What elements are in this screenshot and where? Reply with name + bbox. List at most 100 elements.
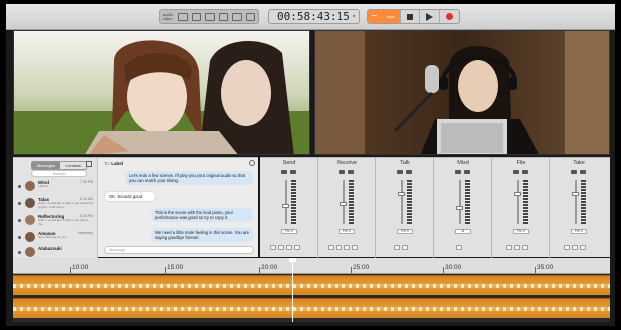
tick-label: 15:00 [167, 264, 184, 271]
mute-button[interactable] [394, 245, 400, 250]
timecode-display[interactable]: 00:58:43:15 ▾ [268, 9, 360, 24]
fader-knob[interactable] [398, 192, 405, 196]
listen-button[interactable] [580, 245, 586, 250]
level-meter [465, 180, 470, 224]
contact-item[interactable]: Reflectoring 5:26 PM Hello, I would like… [15, 214, 96, 230]
mute-button[interactable] [564, 245, 570, 250]
ruler-tick [535, 267, 536, 273]
fader-knob[interactable] [514, 192, 521, 196]
contact-item[interactable]: Wind 7:26 PM Label is... [15, 180, 96, 196]
screen-icon[interactable] [218, 12, 229, 21]
fader-knob[interactable] [282, 204, 289, 208]
channel-take: Take Pre S [550, 158, 610, 258]
level-readout [571, 170, 577, 174]
contact-preview: Label is... [38, 184, 51, 188]
minus-button[interactable]: − [368, 10, 382, 23]
fader-knob[interactable] [456, 206, 463, 210]
channel-label: Receive [337, 160, 357, 166]
solo-button[interactable] [514, 245, 520, 250]
chat-tabs: Messages Contacts [31, 161, 88, 170]
mute-button[interactable] [456, 245, 462, 250]
solo-button[interactable] [336, 245, 342, 250]
record-arm-button[interactable] [352, 245, 358, 250]
chat-sidebar: Messages Contacts Search Wind 7:26 PM La… [13, 158, 98, 258]
drama-scene-image [14, 31, 309, 154]
audio-track[interactable] [13, 275, 610, 295]
split-view-icon[interactable] [191, 12, 202, 21]
fader-track [401, 180, 403, 224]
people-icon[interactable] [245, 12, 256, 21]
level-meter [349, 180, 354, 224]
fader-track [575, 180, 577, 224]
pan-field[interactable]: M [455, 229, 471, 234]
toolbar: audio video 00:58:43:15 ▾ − sync [6, 4, 615, 30]
stop-button[interactable] [401, 10, 421, 23]
info-icon[interactable] [249, 160, 255, 166]
listen-button[interactable] [344, 245, 350, 250]
level-readout [348, 170, 354, 174]
presence-dot-icon [18, 236, 21, 239]
contact-name: Alabazouki [38, 246, 62, 251]
tab-contacts[interactable]: Contacts [60, 162, 86, 169]
chat-panel: Messages Contacts Search Wind 7:26 PM La… [13, 157, 258, 258]
solo-button[interactable] [402, 245, 408, 250]
pan-field[interactable]: Pre S [397, 229, 413, 234]
contact-time: 7:26 PM [79, 180, 93, 184]
avatar [25, 215, 35, 225]
video-preview-right [314, 30, 610, 155]
listen-button[interactable] [286, 245, 292, 250]
camera-icon[interactable] [232, 12, 242, 21]
chevron-down-icon[interactable]: ▾ [352, 10, 356, 23]
search-input[interactable]: Search [31, 170, 87, 177]
channel-file: File Pre S [492, 158, 550, 258]
mute-button[interactable] [270, 245, 276, 250]
monitor-icon[interactable] [205, 12, 215, 21]
mute-button[interactable] [328, 245, 334, 250]
sync-button[interactable]: sync [381, 10, 401, 23]
tab-messages[interactable]: Messages [32, 162, 61, 169]
contact-item[interactable]: Amasan Yesterday Just checking on you... [15, 231, 96, 247]
level-readout [406, 170, 412, 174]
contact-preview: Hello, I would like to talk to you about… [38, 201, 94, 209]
message-input[interactable]: Message [104, 246, 254, 254]
record-icon [445, 13, 453, 20]
contact-item[interactable]: Talas 6:10 AM Hello, I would like to tal… [15, 197, 96, 213]
channel-label: File [516, 160, 526, 166]
play-button[interactable] [420, 10, 440, 23]
fader-knob[interactable] [572, 192, 579, 196]
level-meter [407, 180, 412, 224]
avatar [25, 198, 35, 208]
playhead[interactable] [292, 260, 293, 322]
presence-dot-icon [18, 251, 21, 254]
record-arm-button[interactable] [294, 245, 300, 250]
app-window: audio video 00:58:43:15 ▾ − sync Message… [6, 4, 615, 326]
pan-field[interactable]: Pre S [281, 229, 297, 234]
level-readout [522, 170, 528, 174]
listen-button[interactable] [522, 245, 528, 250]
record-button[interactable] [440, 10, 459, 23]
pan-field[interactable]: Pre S [571, 229, 587, 234]
level-readout [513, 170, 519, 174]
timeline[interactable]: 10:00 15:00 20:00 25:00 30:00 35:00 [13, 258, 610, 322]
sync-label: sync [386, 14, 395, 19]
fader-knob[interactable] [340, 202, 347, 206]
solo-button[interactable] [572, 245, 578, 250]
pan-field[interactable]: Pre S [339, 229, 355, 234]
compose-icon[interactable] [86, 161, 92, 167]
message-bubble: This is the scene with the loud piano, y… [151, 208, 253, 222]
contact-item[interactable]: Alabazouki [15, 246, 96, 257]
presence-dot-icon [18, 202, 21, 205]
fader-track [459, 180, 461, 224]
level-readout [455, 170, 461, 174]
mute-button[interactable] [506, 245, 512, 250]
audio-track[interactable] [13, 298, 610, 318]
channel-label: Talk [400, 160, 410, 166]
single-view-icon[interactable] [178, 12, 188, 21]
view-selector[interactable]: audio video [159, 9, 259, 24]
pan-field[interactable]: Pre S [513, 229, 529, 234]
stop-icon [407, 13, 414, 20]
avatar [25, 247, 35, 257]
time-ruler[interactable]: 10:00 15:00 20:00 25:00 30:00 35:00 [13, 258, 610, 274]
solo-button[interactable] [278, 245, 284, 250]
video-label: video [163, 15, 173, 21]
